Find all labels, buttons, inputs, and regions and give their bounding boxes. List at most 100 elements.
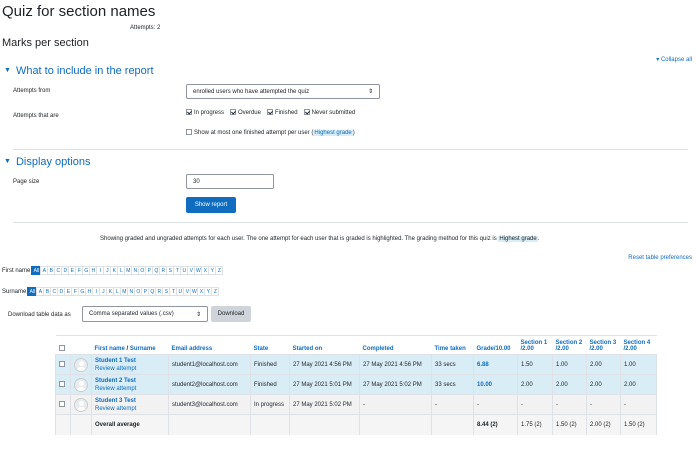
section3-header[interactable]: Section 3/2.00: [586, 335, 621, 355]
empty-cell: [359, 414, 432, 435]
student-name-link[interactable]: Student 2 Test: [95, 377, 165, 385]
state-inprogress-checkbox[interactable]: In progress: [186, 109, 225, 116]
sort-surname-link[interactable]: Surname: [130, 346, 156, 352]
download-format-value: Comma separated values (.csv): [89, 311, 174, 317]
page-size-input[interactable]: 30: [186, 174, 274, 189]
show-report-button[interactable]: Show report: [186, 197, 236, 213]
display-section-toggle[interactable]: ▼ Display options: [4, 156, 91, 168]
empty-cell: [55, 414, 71, 435]
sort-firstname-link[interactable]: First name: [95, 346, 125, 352]
average-grade: 8.44 (2): [473, 414, 518, 435]
highest-grade-link[interactable]: Highest grade: [313, 130, 353, 136]
time-cell: -: [431, 394, 474, 415]
grade-link[interactable]: 10.00: [473, 374, 518, 395]
caret-down-icon: ▼: [4, 158, 11, 165]
attempts-from-select[interactable]: enrolled users who have attempted the qu…: [186, 84, 380, 99]
time-cell: 33 secs: [431, 354, 474, 375]
name-cell: Student 2 Test Review attempt: [91, 374, 169, 395]
page-subtitle: Marks per section: [2, 37, 89, 49]
section3-cell: 2.00: [586, 374, 621, 395]
include-heading: What to include in the report: [15, 65, 154, 77]
section1-max: /2.00: [520, 346, 534, 352]
attempts-from-value: enrolled users who have attempted the qu…: [193, 88, 310, 95]
grade-cell: -: [473, 394, 518, 415]
include-section-toggle[interactable]: ▼ What to include in the report: [4, 65, 154, 77]
surname-initials-bar: Surname All ABCDEFGHIJKLMNOPQRSTUVWXYZ: [2, 287, 220, 296]
section4-cell: 2.00: [620, 374, 657, 395]
avatar[interactable]: [74, 357, 88, 372]
avatar-header: [70, 335, 92, 355]
empty-cell: [289, 414, 360, 435]
attempt-states-group: In progress Overdue Finished Never submi…: [186, 109, 359, 116]
empty-cell: [250, 414, 290, 435]
state-label: In progress: [194, 110, 225, 116]
attempts-from-label: Attempts from: [13, 88, 51, 94]
section1-cell: 2.00: [517, 374, 553, 395]
name-cell: Student 3 Test Review attempt: [91, 394, 169, 415]
student-name-link[interactable]: Student 1 Test: [95, 357, 165, 365]
display-heading: Display options: [15, 156, 91, 168]
section4-header[interactable]: Section 4/2.00: [620, 335, 657, 355]
grade-header[interactable]: Grade/10.00: [473, 335, 518, 355]
started-cell: 27 May 2021 5:01 PM: [289, 374, 360, 395]
page-size-value: 30: [193, 178, 200, 185]
average-section4: 1.50 (2): [620, 414, 657, 435]
state-cell: Finished: [250, 374, 290, 395]
section1-cell: 1.50: [517, 354, 553, 375]
started-cell: 27 May 2021 5:02 PM: [289, 394, 360, 415]
select-all-checkbox[interactable]: [59, 345, 65, 351]
name-header: First name / Surname: [91, 335, 169, 355]
grade-link[interactable]: 6.88: [473, 354, 518, 375]
surname-initial[interactable]: Z: [211, 287, 220, 296]
average-label: Overall average: [91, 414, 169, 435]
state-cell: Finished: [250, 354, 290, 375]
started-header[interactable]: Started on: [289, 335, 360, 355]
completed-header[interactable]: Completed: [359, 335, 432, 355]
state-header[interactable]: State: [250, 335, 290, 355]
empty-cell: [168, 414, 251, 435]
row-checkbox[interactable]: [59, 381, 65, 387]
section2-header[interactable]: Section 2/2.00: [552, 335, 587, 355]
collapse-all-link[interactable]: ▾ Collapse all: [656, 56, 692, 63]
select-arrows-icon: ⇕: [195, 311, 201, 318]
time-header[interactable]: Time taken: [431, 335, 474, 355]
grading-method: Highest grade: [498, 236, 538, 242]
section1-header[interactable]: Section 1/2.00: [517, 335, 553, 355]
review-attempt-link[interactable]: Review attempt: [95, 405, 165, 413]
email-cell: student2@localhost.com: [168, 374, 251, 395]
firstname-initial[interactable]: Z: [215, 266, 224, 275]
collapse-all-label: Collapse all: [660, 57, 692, 63]
attempts-that-are-label: Attempts that are: [13, 113, 59, 119]
checkbox-checked-icon: [229, 109, 236, 115]
completed-cell: 27 May 2021 5:02 PM: [359, 374, 432, 395]
state-finished-checkbox[interactable]: Finished: [266, 109, 298, 116]
review-attempt-link[interactable]: Review attempt: [95, 385, 165, 393]
student-name-link[interactable]: Student 3 Test: [95, 397, 165, 405]
download-button[interactable]: Download: [211, 306, 251, 322]
email-header[interactable]: Email address: [168, 335, 251, 355]
show-one-attempt-checkbox[interactable]: Show at most one finished attempt per us…: [186, 129, 355, 136]
download-format-select[interactable]: Comma separated values (.csv) ⇕: [82, 306, 208, 322]
state-overdue-checkbox[interactable]: Overdue: [229, 109, 261, 116]
grading-info: Showing graded and ungraded attempts for…: [100, 236, 539, 242]
checkbox-checked-icon: [186, 109, 192, 115]
table-row: Student 3 Test Review attempt student3@lo…: [55, 394, 657, 415]
info-text: Showing graded and ungraded attempts for…: [100, 236, 497, 242]
row-select-cell: [55, 394, 71, 415]
reset-table-preferences-link[interactable]: Reset table preferences: [628, 255, 692, 261]
avatar-cell: [70, 374, 92, 395]
avatar-cell: [70, 394, 92, 415]
row-checkbox[interactable]: [59, 401, 65, 407]
completed-cell: 27 May 2021 4:56 PM: [359, 354, 432, 375]
avatar[interactable]: [74, 397, 88, 412]
state-label: Finished: [274, 110, 298, 116]
average-row: Overall average 8.44 (2) 1.75 (2) 1.50 (…: [55, 414, 657, 435]
surname-initials-label: Surname: [2, 288, 27, 295]
avatar[interactable]: [74, 377, 88, 392]
attempts-table: First name / Surname Email address State…: [55, 335, 657, 435]
average-section1: 1.75 (2): [517, 414, 553, 435]
review-attempt-link[interactable]: Review attempt: [95, 365, 165, 373]
state-neversubmitted-checkbox[interactable]: Never submitted: [303, 109, 355, 116]
table-row: Student 2 Test Review attempt student2@lo…: [55, 374, 657, 395]
row-checkbox[interactable]: [59, 361, 65, 367]
